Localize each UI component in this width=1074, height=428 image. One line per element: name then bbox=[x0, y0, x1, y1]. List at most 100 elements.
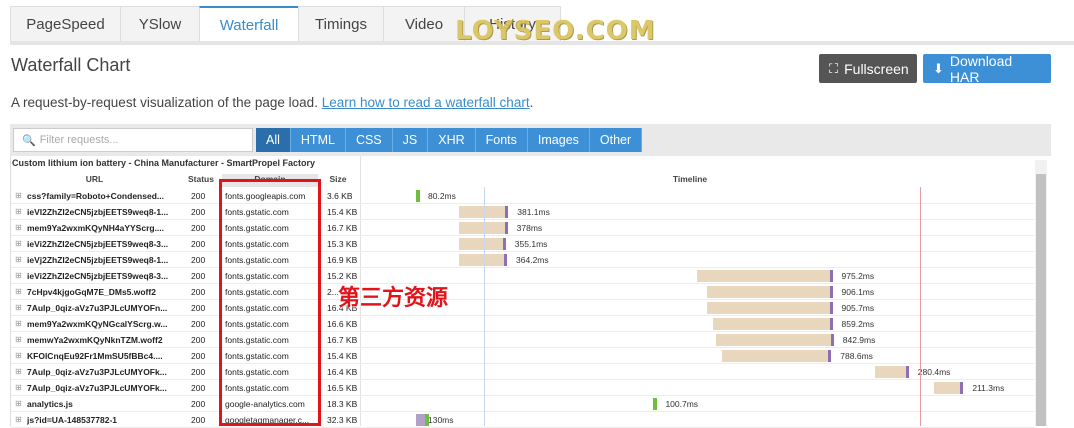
expand-row-icon[interactable]: ⊞ bbox=[15, 287, 22, 296]
fullscreen-label: Fullscreen bbox=[844, 60, 909, 77]
request-url: ieVi2ZhZI2eCN5jzbjEETS9weq8-3... bbox=[27, 271, 169, 281]
table-row[interactable]: ⊞ 7Aulp_0qiz-aVz7u3PJLcUMYOFk... 200 fonts.… bbox=[11, 364, 1034, 380]
column-status[interactable]: Status bbox=[186, 174, 216, 187]
table-row[interactable]: ⊞ ieVj2ZhZI2eCN5jzbjEETS9weq8-1... 200 font… bbox=[11, 252, 1034, 268]
timeline-wait-bar[interactable] bbox=[458, 206, 506, 218]
tab-video[interactable]: Video bbox=[383, 6, 465, 42]
tab-pagespeed[interactable]: PageSpeed bbox=[10, 6, 121, 42]
filter-images[interactable]: Images bbox=[527, 128, 590, 152]
watermark: LOYSEO.COM bbox=[455, 16, 656, 46]
table-row[interactable]: ⊞ 7Aulp_0qiz-aVz7u3PJLcUMYOFk... 200 fonts.… bbox=[11, 380, 1034, 396]
expand-row-icon[interactable]: ⊞ bbox=[15, 239, 22, 248]
request-duration: 859.2ms bbox=[841, 319, 875, 329]
tab-yslow[interactable]: YSlow bbox=[120, 6, 200, 42]
timeline-wait-bar[interactable] bbox=[458, 222, 505, 234]
timeline-receive-bar[interactable] bbox=[829, 302, 833, 314]
timeline-receive-bar[interactable] bbox=[829, 270, 833, 282]
tab-timings[interactable]: Timings bbox=[298, 6, 384, 42]
request-duration: 842.9ms bbox=[842, 335, 876, 345]
request-duration: 130ms bbox=[428, 415, 454, 425]
description: A request-by-request visualization of th… bbox=[11, 95, 533, 110]
timeline-wait-bar[interactable] bbox=[706, 286, 830, 298]
timeline-receive-bar[interactable] bbox=[653, 398, 658, 410]
timeline-wait-bar[interactable] bbox=[706, 302, 830, 314]
timeline-receive-bar[interactable] bbox=[828, 350, 832, 362]
table-row[interactable]: ⊞ analytics.js 200 google-analytics.com 18.3… bbox=[11, 396, 1034, 412]
expand-row-icon[interactable]: ⊞ bbox=[15, 223, 22, 232]
request-duration: 80.2ms bbox=[428, 191, 456, 201]
table-row[interactable]: ⊞ 7Aulp_0qiz-aVz7u3PJLcUMYOFn... 200 fonts.… bbox=[11, 300, 1034, 316]
timeline-receive-bar[interactable] bbox=[416, 190, 420, 202]
tab-waterfall[interactable]: Waterfall bbox=[199, 6, 299, 42]
expand-row-icon[interactable]: ⊞ bbox=[15, 303, 22, 312]
table-row[interactable]: ⊞ ieVI2ZhZI2eCN5jzbjEETS9weq8-1... 200 font… bbox=[11, 204, 1034, 220]
expand-row-icon[interactable]: ⊞ bbox=[15, 399, 22, 408]
table-row[interactable]: ⊞ memwYa2wxmKQyNknTZM.woff2 200 fonts.gstat… bbox=[11, 332, 1034, 348]
expand-row-icon[interactable]: ⊞ bbox=[15, 319, 22, 328]
timeline-wait-bar[interactable] bbox=[459, 238, 503, 250]
onload-line bbox=[920, 187, 921, 426]
request-status: 200 bbox=[191, 287, 206, 297]
expand-row-icon[interactable]: ⊞ bbox=[15, 335, 22, 344]
request-size: 16.5 KB bbox=[327, 383, 358, 393]
request-size: 15.4 KB bbox=[327, 351, 358, 361]
scrollbar-thumb[interactable] bbox=[1036, 174, 1046, 426]
timeline-connect-bar[interactable] bbox=[416, 414, 425, 426]
filter-css[interactable]: CSS bbox=[345, 128, 393, 152]
expand-row-icon[interactable]: ⊞ bbox=[15, 351, 22, 360]
filter-xhr[interactable]: XHR bbox=[428, 128, 476, 152]
timeline-wait-bar[interactable] bbox=[874, 366, 906, 378]
expand-row-icon[interactable]: ⊞ bbox=[15, 415, 22, 424]
request-duration: 906.1ms bbox=[841, 287, 875, 297]
request-url: js?id=UA-148537782-1 bbox=[27, 415, 118, 425]
download-har-button[interactable]: ⬇ Download HAR bbox=[923, 53, 1051, 85]
table-row[interactable]: ⊞ ieVi2ZhZI2eCN5jzbjEETS9weq8-3... 200 font… bbox=[11, 268, 1034, 284]
timeline-wait-bar[interactable] bbox=[934, 382, 961, 394]
fullscreen-button[interactable]: ⛶ Fullscreen bbox=[819, 54, 917, 83]
timeline-receive-bar[interactable] bbox=[829, 286, 833, 298]
expand-row-icon[interactable]: ⊞ bbox=[15, 271, 22, 280]
table-row[interactable]: ⊞ css?family=Roboto+Condensed... 200 fonts.… bbox=[11, 188, 1034, 204]
request-size: 15.3 KB bbox=[327, 239, 358, 249]
learn-waterfall-link[interactable]: Learn how to read a waterfall chart bbox=[322, 95, 530, 110]
domain-highlight-box bbox=[219, 179, 321, 426]
description-text: A request-by-request visualization of th… bbox=[11, 95, 322, 110]
expand-row-icon[interactable]: ⊞ bbox=[15, 367, 22, 376]
request-url: analytics.js bbox=[27, 399, 73, 409]
timeline-wait-bar[interactable] bbox=[459, 254, 505, 266]
timeline-receive-bar[interactable] bbox=[829, 318, 833, 330]
filter-requests-input[interactable]: 🔍 Filter requests... bbox=[13, 128, 253, 152]
expand-row-icon[interactable]: ⊞ bbox=[15, 191, 22, 200]
table-row[interactable]: ⊞ KFOlCnqEu92Fr1MmSU5fBBc4.... 200 fonts.gs… bbox=[11, 348, 1034, 364]
expand-row-icon[interactable]: ⊞ bbox=[15, 383, 22, 392]
timeline-receive-bar[interactable] bbox=[960, 382, 964, 394]
timeline-receive-bar[interactable] bbox=[905, 366, 909, 378]
timeline-wait-bar[interactable] bbox=[697, 270, 830, 282]
expand-row-icon[interactable]: ⊞ bbox=[15, 255, 22, 264]
timeline-receive-bar[interactable] bbox=[505, 206, 509, 218]
timeline-receive-bar[interactable] bbox=[502, 238, 506, 250]
filter-fonts[interactable]: Fonts bbox=[475, 128, 528, 152]
table-row[interactable]: ⊞ 7cHpv4kjgoGqM7E_DMs5.woff2 200 fonts.gsta… bbox=[11, 284, 1034, 300]
column-url[interactable]: URL bbox=[12, 174, 177, 187]
filter-all[interactable]: All bbox=[256, 128, 291, 152]
description-end: . bbox=[529, 95, 534, 110]
request-url: mem9Ya2wxmKQyNGcalYScrg.w... bbox=[27, 319, 168, 329]
timeline-wait-bar[interactable] bbox=[716, 334, 831, 346]
request-duration: 364.2ms bbox=[516, 255, 549, 265]
timeline-wait-bar[interactable] bbox=[721, 350, 829, 362]
table-row[interactable]: ⊞ ieVi2ZhZI2eCN5jzbjEETS9weq8-3... 200 font… bbox=[11, 236, 1034, 252]
column-size[interactable]: Size bbox=[326, 174, 350, 187]
request-url: mem9Ya2wxmKQyNH4aYYScrg.... bbox=[27, 223, 165, 233]
expand-row-icon[interactable]: ⊞ bbox=[15, 207, 22, 216]
timeline-receive-bar[interactable] bbox=[504, 254, 508, 266]
table-row[interactable]: ⊞ mem9Ya2wxmKQyNGcalYScrg.w... 200 fonts.gs… bbox=[11, 316, 1034, 332]
filter-html[interactable]: HTML bbox=[290, 128, 346, 152]
timeline-receive-bar[interactable] bbox=[504, 222, 508, 234]
table-row[interactable]: ⊞ mem9Ya2wxmKQyNH4aYYScrg.... 200 fonts.gst… bbox=[11, 220, 1034, 236]
timeline-wait-bar[interactable] bbox=[712, 318, 830, 330]
filter-js[interactable]: JS bbox=[392, 128, 429, 152]
timeline-receive-bar[interactable] bbox=[830, 334, 834, 346]
filter-other[interactable]: Other bbox=[589, 128, 643, 152]
request-size: 15.4 KB bbox=[327, 207, 358, 217]
